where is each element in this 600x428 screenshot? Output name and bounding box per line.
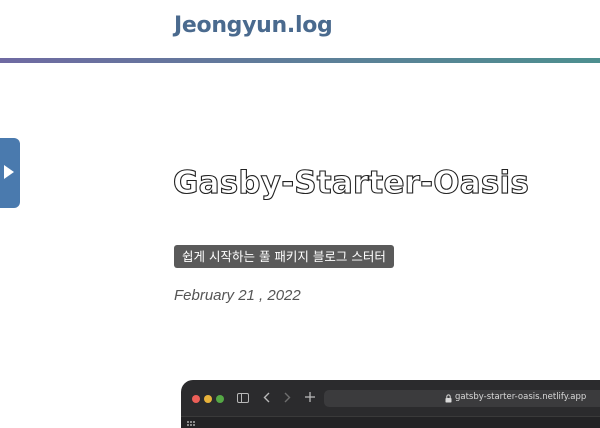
close-window-icon bbox=[192, 395, 200, 403]
sidebar-toggle-button[interactable] bbox=[0, 138, 20, 208]
site-title[interactable]: Jeongyun.log bbox=[174, 13, 333, 38]
maximize-window-icon bbox=[216, 395, 224, 403]
post-title: Gasby-Starter-Oasis bbox=[172, 164, 530, 201]
chevron-right-icon bbox=[284, 392, 291, 403]
browser-screenshot: gatsby-starter-oasis.netlify.app bbox=[181, 380, 600, 428]
triangle-right-icon bbox=[4, 165, 14, 179]
address-text: gatsby-starter-oasis.netlify.app bbox=[455, 392, 587, 402]
browser-tab-strip bbox=[181, 416, 600, 428]
address-bar[interactable]: gatsby-starter-oasis.netlify.app bbox=[324, 390, 600, 407]
browser-toolbar: gatsby-starter-oasis.netlify.app bbox=[181, 380, 600, 416]
sidebar-icon bbox=[237, 393, 249, 403]
minimize-window-icon bbox=[204, 395, 212, 403]
lock-icon bbox=[445, 394, 452, 403]
chevron-left-icon bbox=[263, 392, 270, 403]
plus-icon bbox=[305, 392, 315, 402]
header-gradient-bar bbox=[0, 58, 600, 63]
post-tag[interactable]: 쉽게 시작하는 풀 패키지 블로그 스터터 bbox=[174, 245, 394, 268]
post-date: February 21 , 2022 bbox=[174, 287, 301, 304]
grid-icon bbox=[187, 421, 195, 426]
